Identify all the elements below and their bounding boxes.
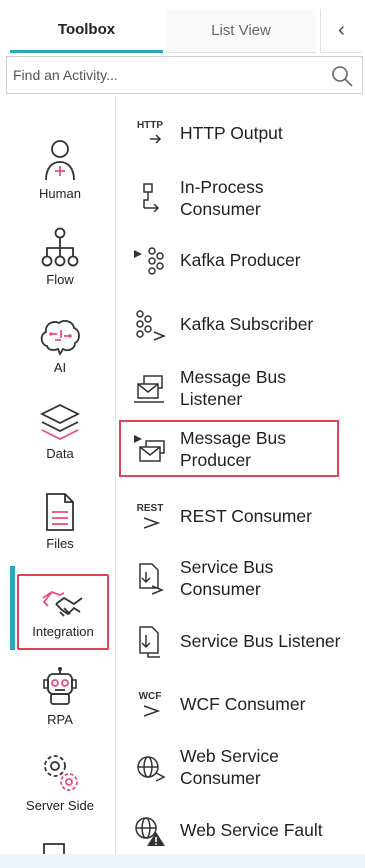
data-icon: [39, 403, 81, 441]
activity-label: REST Consumer: [180, 506, 312, 526]
search-input[interactable]: [7, 57, 327, 93]
activity-label: WCF Consumer: [180, 694, 306, 714]
web-service-fault-icon: [130, 812, 170, 848]
activity-label: In-Process Consumer: [180, 177, 264, 219]
search-icon[interactable]: [330, 64, 354, 88]
bottom-strip: [0, 854, 365, 868]
activity-web-service-fault[interactable]: Web Service Fault: [116, 800, 365, 860]
activity-kafka-producer[interactable]: Kafka Producer: [116, 230, 365, 290]
activity-label: Web Service Consumer: [180, 746, 279, 788]
tab-toolbox[interactable]: Toolbox: [10, 9, 163, 53]
in-process-consumer-icon: [130, 180, 170, 216]
svg-text:HTTP: HTTP: [137, 120, 163, 131]
category-flow[interactable]: Flow: [10, 226, 110, 287]
kafka-producer-icon: [130, 242, 170, 278]
activity-http-output[interactable]: HTTP HTTP Output: [116, 103, 365, 163]
activity-in-process-consumer[interactable]: In-Process Consumer: [116, 168, 365, 228]
activity-label: HTTP Output: [180, 123, 283, 143]
activity-label: Web Service Fault: [180, 820, 323, 840]
category-integration[interactable]: Integration: [17, 574, 109, 650]
category-server-side[interactable]: Server Side: [10, 752, 110, 813]
category-label: Data: [46, 446, 74, 461]
message-bus-producer-icon: [130, 431, 170, 467]
category-label: Server Side: [26, 798, 94, 813]
activity-label: Service Bus Consumer: [180, 557, 274, 599]
activity-message-bus-listener[interactable]: Message Bus Listener: [116, 358, 365, 418]
category-label: RPA: [47, 712, 73, 727]
category-rpa[interactable]: RPA: [10, 666, 110, 727]
activity-wcf-consumer[interactable]: WCF WCF Consumer: [116, 674, 365, 734]
rpa-icon: [43, 667, 77, 705]
message-bus-listener-icon: [130, 370, 170, 406]
activity-web-service-consumer[interactable]: Web Service Consumer: [116, 737, 365, 797]
human-icon: [45, 140, 75, 181]
activity-kafka-subscriber[interactable]: Kafka Subscriber: [116, 294, 365, 354]
activity-service-bus-listener[interactable]: Service Bus Listener: [116, 611, 365, 671]
svg-text:WCF: WCF: [139, 691, 162, 702]
activity-rest-consumer[interactable]: REST REST Consumer: [116, 486, 365, 546]
category-sidebar: Human Flow AI Data Files Integration RPA…: [0, 96, 116, 856]
activity-search: [6, 56, 363, 94]
integration-icon: [42, 590, 83, 617]
category-label: Flow: [46, 272, 74, 287]
ai-icon: [40, 320, 80, 356]
activity-label: Kafka Producer: [180, 250, 301, 270]
active-category-indicator: [10, 566, 15, 650]
service-bus-listener-icon: [130, 623, 170, 659]
service-bus-consumer-icon: [130, 560, 170, 596]
svg-text:REST: REST: [137, 503, 164, 514]
rest-consumer-icon: REST: [130, 498, 170, 534]
wcf-consumer-icon: WCF: [130, 686, 170, 722]
category-label: Files: [46, 536, 74, 551]
activity-label: Message Bus Listener: [180, 367, 287, 409]
category-data[interactable]: Data: [10, 402, 110, 461]
chevron-left-icon: ‹: [338, 19, 345, 41]
activity-label: Kafka Subscriber: [180, 314, 314, 334]
category-human[interactable]: Human: [10, 138, 110, 201]
flow-icon: [41, 227, 79, 267]
category-label: AI: [53, 360, 67, 375]
kafka-subscriber-icon: [130, 306, 170, 342]
category-label: Integration: [32, 623, 94, 639]
activity-label: Service Bus Listener: [180, 631, 341, 651]
files-icon: [46, 493, 74, 531]
activity-service-bus-consumer[interactable]: Service Bus Consumer: [116, 548, 365, 608]
category-label: Human: [39, 186, 81, 201]
http-output-icon: HTTP: [130, 115, 170, 151]
activity-label: Message Bus Producer: [180, 428, 287, 470]
web-service-consumer-icon: [130, 749, 170, 785]
activity-message-bus-producer[interactable]: Message Bus Producer: [116, 419, 365, 479]
tab-list-view[interactable]: List View: [166, 9, 316, 53]
collapse-panel-button[interactable]: ‹: [320, 9, 362, 53]
category-files[interactable]: Files: [10, 492, 110, 551]
toolbox-tabs: Toolbox List View ‹: [0, 0, 365, 56]
server-side-icon: [44, 755, 78, 791]
category-ai[interactable]: AI: [10, 316, 110, 375]
